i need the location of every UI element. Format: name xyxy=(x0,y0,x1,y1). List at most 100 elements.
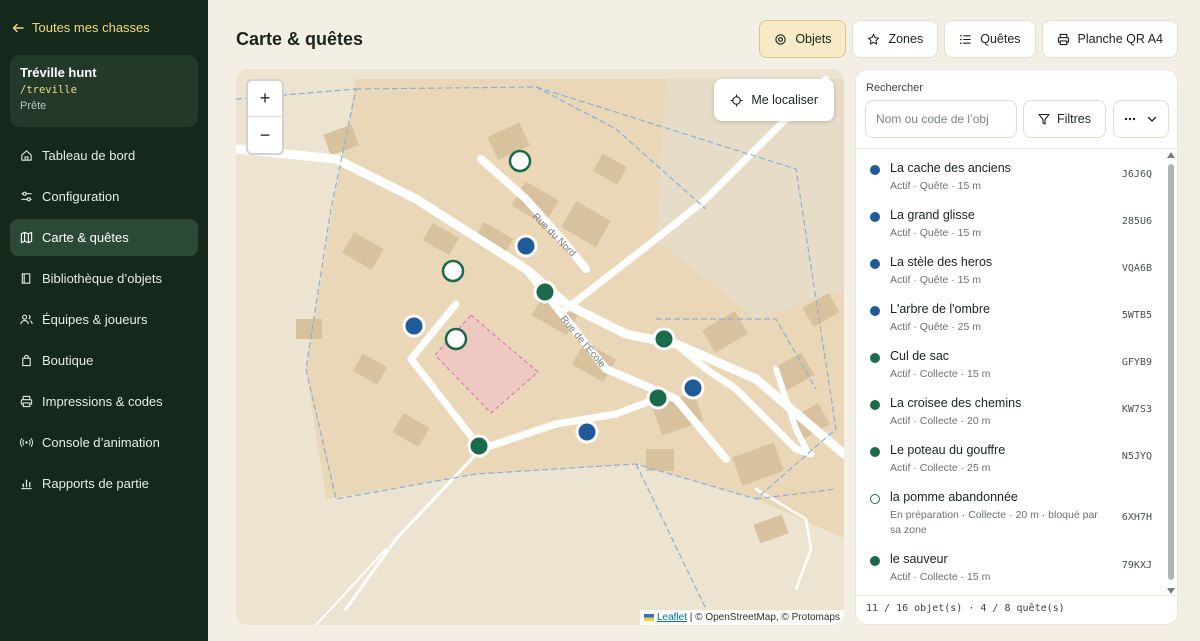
item-code: 79KXJ xyxy=(1121,560,1152,571)
list-item[interactable]: La stèle des heros Actif · Quête · 15 m … xyxy=(856,243,1168,290)
map-marker-collect[interactable] xyxy=(646,386,670,410)
book-icon xyxy=(21,273,31,284)
arrow-left-icon xyxy=(12,23,24,32)
map-marker-draft[interactable] xyxy=(508,149,532,173)
sidebar-item-object-library[interactable]: Bibliothèque d’objets xyxy=(10,260,198,297)
crosshair-icon xyxy=(730,93,743,107)
scroll-up-icon[interactable] xyxy=(1167,152,1175,158)
more-options-button[interactable] xyxy=(1113,100,1169,138)
view-toolbar: Objets Zones Quêtes Planche QR A4 xyxy=(759,20,1178,58)
item-meta: Actif · Collecte · 15 m xyxy=(890,368,991,380)
leaflet-link[interactable]: Leaflet xyxy=(657,612,687,623)
scrollbar-thumb[interactable] xyxy=(1168,164,1174,580)
list-item[interactable]: Le poteau du gouffre Actif · Collecte · … xyxy=(856,431,1168,478)
list-item[interactable]: L'arbre de l'ombre Actif · Quête · 25 m … xyxy=(856,290,1168,337)
quest-dot-icon xyxy=(870,212,880,222)
hunt-status: Prête xyxy=(20,100,47,112)
sidebar-item-teams-players[interactable]: Équipes & joueurs xyxy=(10,301,198,338)
map-marker-collect[interactable] xyxy=(652,327,676,351)
quest-dot-icon xyxy=(870,165,880,175)
sidebar-item-dashboard[interactable]: Tableau de bord xyxy=(10,137,198,174)
list-scrollbar[interactable] xyxy=(1167,150,1175,594)
list-icon xyxy=(960,34,971,44)
qr-sheet-button[interactable]: Planche QR A4 xyxy=(1041,20,1178,58)
sidebar-item-configuration[interactable]: Configuration xyxy=(10,178,198,215)
users-icon xyxy=(20,314,33,325)
zoom-in-button[interactable]: + xyxy=(248,81,282,117)
item-title: Cul de sac xyxy=(890,349,950,363)
bag-icon xyxy=(22,354,31,367)
locate-me-button[interactable]: Me localiser xyxy=(714,79,834,121)
zoom-out-button[interactable]: − xyxy=(248,117,282,153)
list-item[interactable]: La grand glisse Actif · Quête · 15 m 285… xyxy=(856,196,1168,243)
sidebar-item-shop[interactable]: Boutique xyxy=(10,342,198,379)
sidebar-item-label: Tableau de bord xyxy=(42,148,136,163)
map-marker-quest[interactable] xyxy=(402,314,426,338)
map-marker-quest[interactable] xyxy=(575,420,599,444)
map-marker-collect[interactable] xyxy=(467,434,491,458)
quests-button[interactable]: Quêtes xyxy=(944,20,1036,58)
map-marker-quest[interactable] xyxy=(514,234,538,258)
list-item[interactable]: La cache des anciens Actif · Quête · 15 … xyxy=(856,149,1168,196)
target-icon xyxy=(775,33,787,45)
sidebar-item-map-quests[interactable]: Carte & quêtes xyxy=(10,219,198,256)
map-marker-quest[interactable] xyxy=(681,376,705,400)
quests-button-label: Quêtes xyxy=(980,32,1021,46)
item-title: la pomme abandonnée xyxy=(890,490,1018,504)
item-title: le sauveur xyxy=(890,552,948,566)
hunt-name: Tréville hunt xyxy=(20,65,97,80)
sidebar: Toutes mes chasses Tréville hunt /trevil… xyxy=(0,0,208,641)
filters-button[interactable]: Filtres xyxy=(1023,100,1106,138)
item-code: GFYB9 xyxy=(1121,357,1152,368)
sidebar-item-label: Configuration xyxy=(42,189,120,204)
collect-dot-icon xyxy=(870,556,880,566)
list-item[interactable]: la pomme abandonnée En préparation · Col… xyxy=(856,478,1168,540)
page-title: Carte & quêtes xyxy=(236,29,364,49)
list-item[interactable]: Cul de sac Actif · Collecte · 15 m GFYB9 xyxy=(856,337,1168,384)
item-meta: Actif · Quête · 25 m xyxy=(890,321,982,333)
item-meta: Actif · Quête · 15 m xyxy=(890,274,982,286)
objects-list: La cache des anciens Actif · Quête · 15 … xyxy=(856,149,1168,594)
collect-dot-icon xyxy=(870,400,880,410)
sidebar-item-label: Carte & quêtes xyxy=(42,230,129,245)
sidebar-item-animation-console[interactable]: Console d’animation xyxy=(10,424,198,461)
sidebar-item-label: Bibliothèque d’objets xyxy=(42,271,162,286)
zones-button-label: Zones xyxy=(888,32,924,46)
back-link[interactable]: Toutes mes chasses xyxy=(12,20,150,35)
hunt-card[interactable]: Tréville hunt /treville Prête xyxy=(10,55,198,127)
map-icon xyxy=(20,231,33,244)
objects-button[interactable]: Objets xyxy=(759,20,847,58)
item-meta: Actif · Collecte · 20 m xyxy=(890,415,991,427)
item-code: 285U6 xyxy=(1121,216,1152,227)
item-meta: Actif · Quête · 15 m xyxy=(890,227,982,239)
sliders-icon xyxy=(21,191,32,202)
map-view[interactable]: Rue du Nord Rue de l'École + − Me locali… xyxy=(236,69,844,625)
list-item[interactable]: La croisee des chemins Actif · Collecte … xyxy=(856,384,1168,431)
zones-button[interactable]: Zones xyxy=(852,20,939,58)
chevron-down-icon xyxy=(1147,116,1157,122)
objects-button-label: Objets xyxy=(795,32,832,46)
map-marker-draft[interactable] xyxy=(444,327,468,351)
locate-me-label: Me localiser xyxy=(751,93,818,107)
scroll-down-icon[interactable] xyxy=(1167,588,1175,594)
item-title: Le poteau du gouffre xyxy=(890,443,1006,457)
item-title: La croisee des chemins xyxy=(890,396,1022,410)
quest-dot-icon xyxy=(870,306,880,316)
back-link-label: Toutes mes chasses xyxy=(32,20,150,35)
map-marker-draft[interactable] xyxy=(441,259,465,283)
item-title: La stèle des heros xyxy=(890,255,993,269)
search-label: Rechercher xyxy=(866,82,923,94)
map-attribution: Leaflet | © OpenStreetMap, © Protomaps xyxy=(640,610,844,625)
attribution-text: | © OpenStreetMap, © Protomaps xyxy=(687,612,840,623)
search-input[interactable] xyxy=(865,100,1017,138)
sidebar-item-game-reports[interactable]: Rapports de partie xyxy=(10,465,198,502)
sidebar-item-label: Rapports de partie xyxy=(42,476,149,491)
list-item[interactable]: le sauveur Actif · Collecte · 15 m 79KXJ xyxy=(856,540,1168,587)
item-code: VQA6B xyxy=(1121,263,1152,274)
map-marker-collect[interactable] xyxy=(533,280,557,304)
zoom-control: + − xyxy=(246,79,284,155)
sidebar-item-label: Impressions & codes xyxy=(42,394,163,409)
sidebar-item-printing-codes[interactable]: Impressions & codes xyxy=(10,383,198,420)
more-icon xyxy=(1124,117,1136,121)
quest-dot-icon xyxy=(870,259,880,269)
